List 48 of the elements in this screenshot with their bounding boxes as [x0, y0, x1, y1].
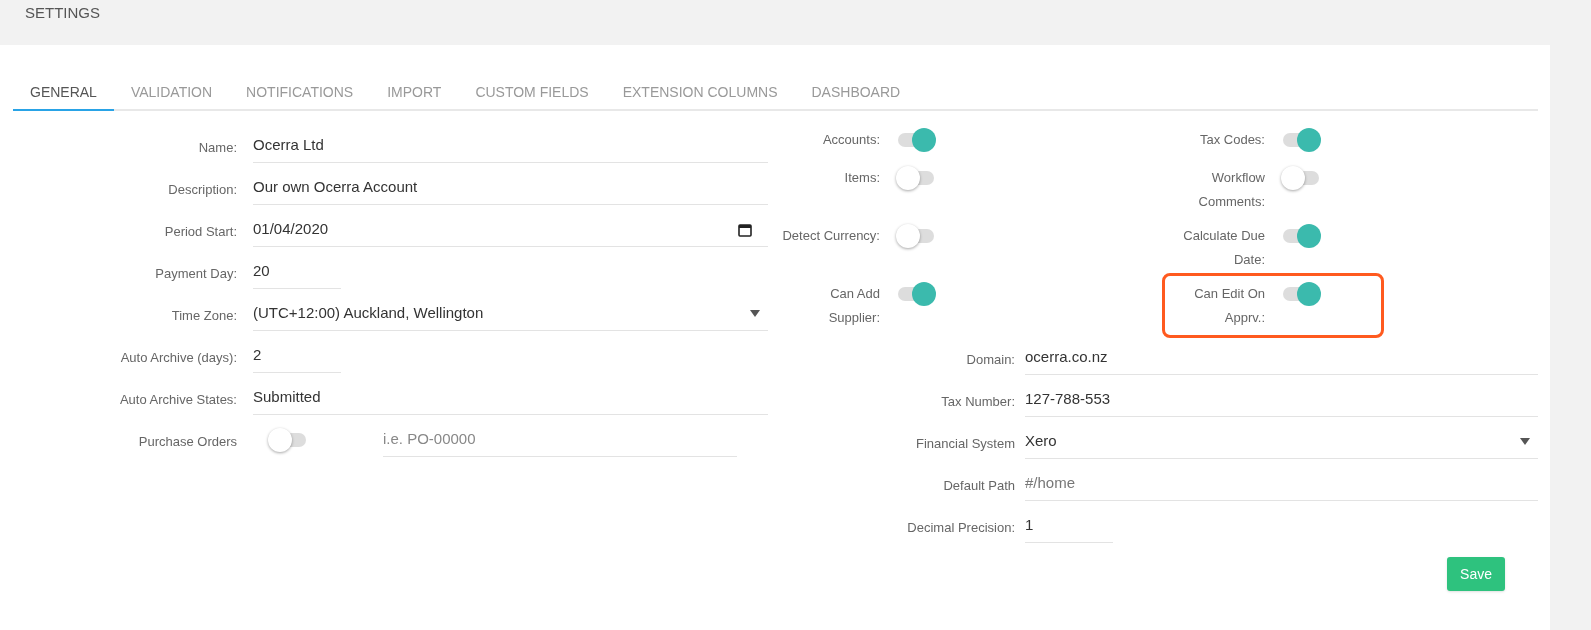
field-label: Tax Number: [941, 394, 1015, 409]
toggle-label: Accounts: [822, 132, 880, 147]
toggle-label: Can Add Supplier: [828, 286, 880, 325]
toggle-label: Tax Codes: [1199, 132, 1265, 147]
toggle-switch[interactable] [268, 427, 308, 453]
calendar-icon[interactable] [738, 222, 752, 237]
dropdown-icon [1520, 438, 1530, 445]
toggle-switch[interactable] [1281, 281, 1321, 307]
toggle-switch[interactable] [896, 223, 936, 249]
toggle-switch[interactable] [1281, 165, 1321, 191]
select-field[interactable]: Xero [1025, 425, 1538, 459]
text-field[interactable]: #/home [1025, 467, 1538, 501]
number-field[interactable]: 1 [1025, 509, 1113, 543]
field-label: Name: [198, 140, 237, 155]
toggle-label: Can Edit On Apprv.: [1194, 286, 1265, 325]
toggle-switch[interactable] [896, 281, 936, 307]
toggle-label: Workflow Comments: [1198, 170, 1265, 209]
field-label: Auto Archive (days): [120, 350, 237, 365]
toggle-label: Calculate Due Date: [1183, 228, 1265, 267]
text-field[interactable]: Submitted [253, 381, 768, 415]
field-label: Payment Day: [155, 266, 237, 281]
text-field[interactable]: i.e. PO-00000 [383, 423, 737, 457]
toggle-switch[interactable] [896, 165, 936, 191]
field-label: Decimal Precision: [907, 520, 1015, 535]
toggle-switch[interactable] [1281, 127, 1321, 153]
field-label: Period Start: [164, 224, 237, 239]
number-field[interactable]: 20 [253, 255, 341, 289]
field-label: Auto Archive States: [119, 392, 237, 407]
select-field[interactable]: (UTC+12:00) Auckland, Wellington [253, 297, 768, 331]
text-field[interactable]: ocerra.co.nz [1025, 341, 1538, 375]
tab[interactable]: GENERAL [13, 75, 114, 111]
toggle-switch[interactable] [896, 127, 936, 153]
text-field[interactable]: Our own Ocerra Account [253, 171, 768, 205]
toggle-label: Detect Currency: [782, 228, 880, 243]
field-label: Default Path [943, 478, 1015, 493]
text-field[interactable]: 127-788-553 [1025, 383, 1538, 417]
toggle-switch[interactable] [1281, 223, 1321, 249]
field-label: Description: [168, 182, 237, 197]
field-label: Purchase Orders [138, 434, 237, 449]
field-label: Domain: [966, 352, 1015, 367]
text-field[interactable]: Ocerra Ltd [253, 129, 768, 163]
field-label: Time Zone: [171, 308, 237, 323]
toggle-label: Items: [844, 170, 880, 185]
page-title: SETTINGS [25, 4, 100, 21]
dropdown-icon [750, 310, 760, 317]
field-label: Financial System [916, 436, 1015, 451]
number-field[interactable]: 2 [253, 339, 341, 373]
date-field[interactable]: 01/04/2020 [253, 213, 768, 247]
